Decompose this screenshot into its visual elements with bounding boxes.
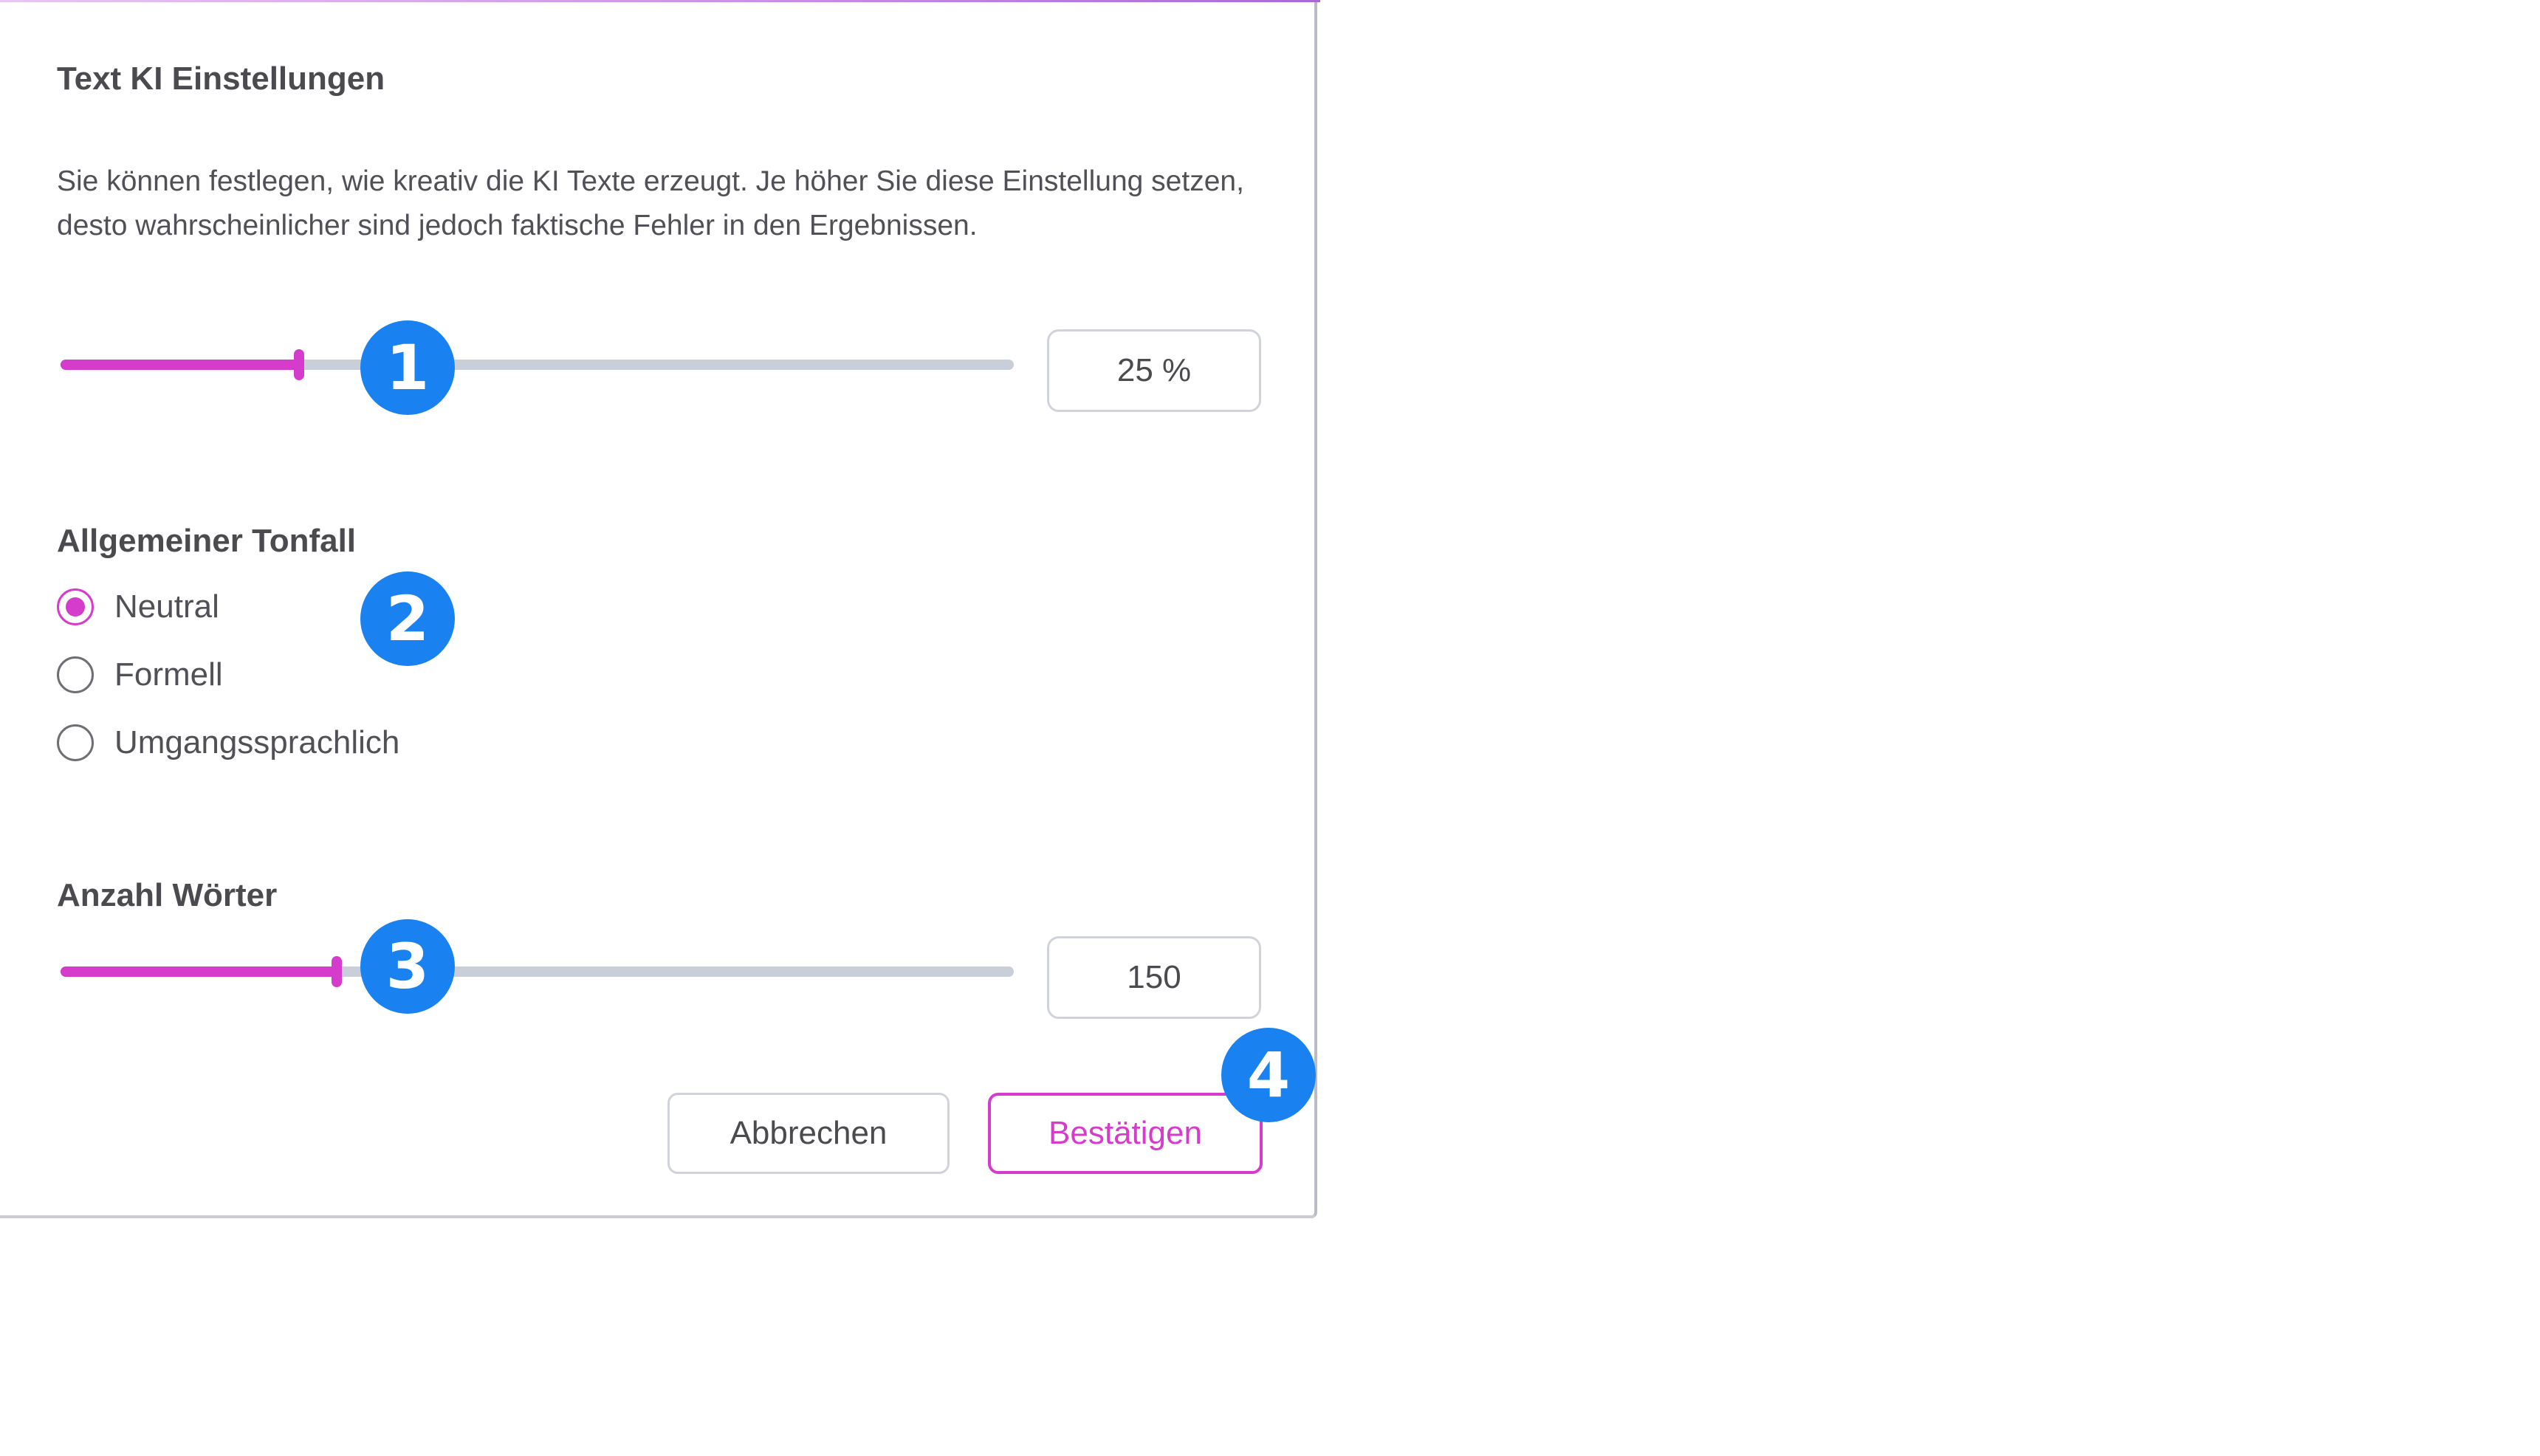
creativity-slider[interactable] bbox=[57, 341, 1014, 385]
dialog-top-accent bbox=[0, 0, 1320, 2]
creativity-slider-handle[interactable] bbox=[293, 349, 304, 380]
tone-option-neutral[interactable]: Neutral bbox=[57, 586, 219, 628]
text-ai-settings-dialog: Text KI Einstellungen Sie können festleg… bbox=[0, 0, 1320, 1218]
annotation-marker-2: 2 bbox=[360, 571, 455, 666]
dialog-description: Sie können festlegen, wie kreativ die KI… bbox=[57, 165, 1244, 241]
creativity-value-field[interactable]: 25 % bbox=[1047, 329, 1261, 412]
tone-option-label: Umgangssprachlich bbox=[114, 724, 400, 760]
annotation-marker-1: 1 bbox=[360, 320, 455, 415]
radio-formell[interactable] bbox=[57, 656, 94, 693]
word-count-label: Anzahl Wörter bbox=[57, 877, 278, 913]
annotation-marker-4: 4 bbox=[1221, 1028, 1316, 1122]
tone-option-label: Formell bbox=[114, 656, 223, 693]
tone-option-umgangssprachlich[interactable]: Umgangssprachlich bbox=[57, 722, 399, 763]
dialog-title: Text KI Einstellungen bbox=[57, 61, 385, 97]
tone-label: Allgemeiner Tonfall bbox=[57, 523, 357, 559]
word-count-slider-fill bbox=[61, 966, 337, 977]
annotation-marker-3: 3 bbox=[360, 919, 455, 1014]
tone-option-label: Neutral bbox=[114, 588, 219, 625]
word-count-value-field[interactable]: 150 bbox=[1047, 936, 1261, 1019]
radio-umgangssprachlich[interactable] bbox=[57, 724, 94, 761]
tone-option-formell[interactable]: Formell bbox=[57, 654, 223, 696]
word-count-slider-handle[interactable] bbox=[332, 956, 343, 987]
cancel-button[interactable]: Abbrechen bbox=[667, 1093, 950, 1174]
radio-neutral[interactable] bbox=[57, 588, 94, 625]
word-count-slider[interactable] bbox=[57, 948, 1014, 992]
creativity-slider-fill bbox=[61, 360, 299, 370]
confirm-button[interactable]: Bestätigen bbox=[988, 1093, 1263, 1174]
